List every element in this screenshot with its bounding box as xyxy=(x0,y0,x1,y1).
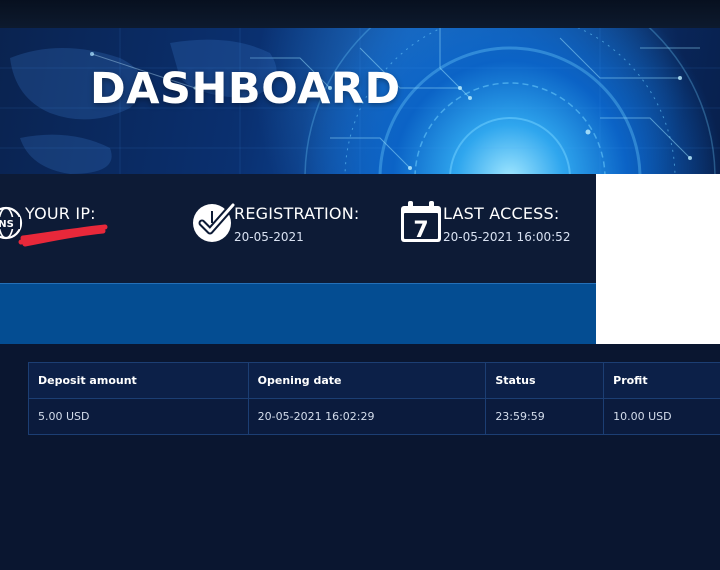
cell-status: 23:59:59 xyxy=(485,398,605,435)
deposits-table: Deposit amount Opening date Status Profi… xyxy=(28,362,720,435)
your-ip-label: YOUR IP: xyxy=(25,204,96,223)
blue-banner-strip xyxy=(0,283,596,344)
cell-deposit-amount: 5.00 USD xyxy=(28,398,249,435)
column-header-status: Status xyxy=(485,362,605,399)
page-title: DASHBOARD xyxy=(90,64,401,114)
registration-label: REGISTRATION: xyxy=(234,204,360,223)
calendar-icon: 7 xyxy=(398,199,444,249)
calendar-day-number: 7 xyxy=(413,218,428,243)
top-bar xyxy=(0,0,720,28)
last-access-label: LAST ACCESS: xyxy=(443,204,560,223)
column-header-deposit-amount: Deposit amount xyxy=(28,362,249,399)
svg-text:NS: NS xyxy=(0,219,14,230)
column-header-opening-date: Opening date xyxy=(247,362,487,399)
check-clock-icon xyxy=(191,201,237,249)
last-access-value: 20-05-2021 16:00:52 xyxy=(443,230,571,244)
white-side-panel xyxy=(596,174,720,344)
registration-date: 20-05-2021 xyxy=(234,230,304,244)
cell-profit: 10.00 USD xyxy=(603,398,720,435)
redaction-scribble xyxy=(18,224,108,247)
table-row: 5.00 USD 20-05-2021 16:02:29 23:59:59 10… xyxy=(28,398,720,435)
column-header-profit: Profit xyxy=(603,362,720,399)
hero-banner: DASHBOARD xyxy=(0,28,720,174)
table-header-row: Deposit amount Opening date Status Profi… xyxy=(28,362,720,399)
cell-opening-date: 20-05-2021 16:02:29 xyxy=(247,398,487,435)
account-info-panel: NS YOUR IP: REGISTRATION: 20-05-2021 7 L… xyxy=(0,174,596,283)
